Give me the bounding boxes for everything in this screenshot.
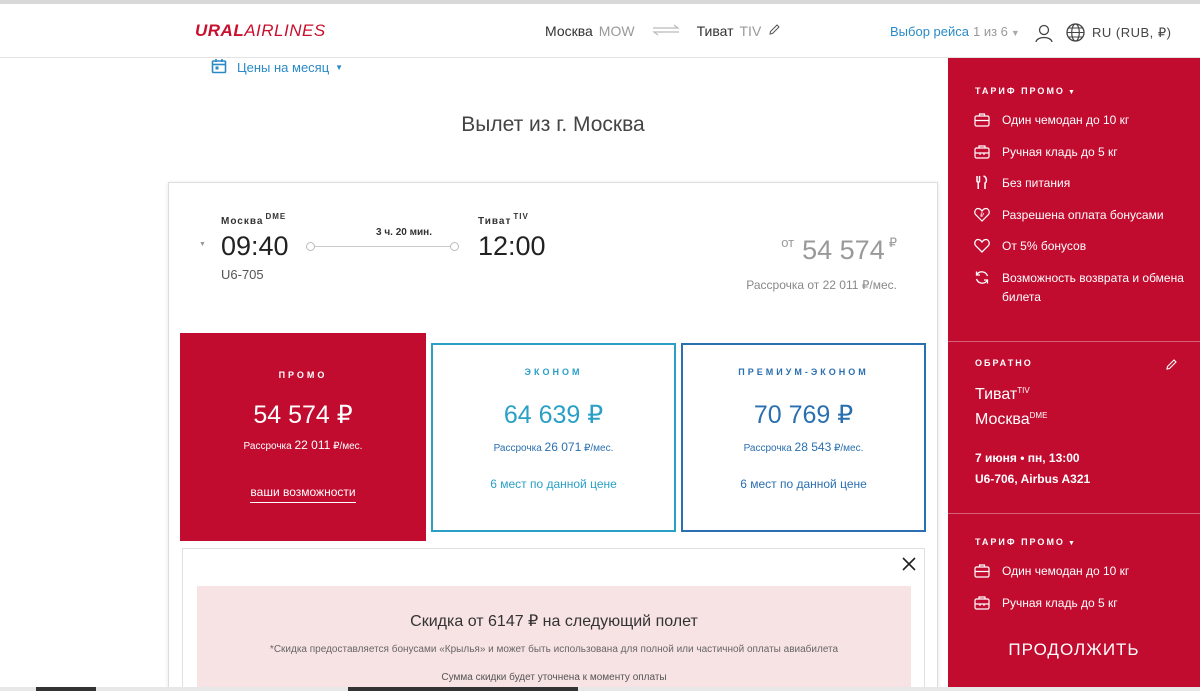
duration-line	[309, 246, 457, 247]
tariff-name: ПРЕМИУМ-ЭКОНОМ	[738, 367, 869, 377]
chevron-down-icon: ▼	[335, 63, 344, 72]
edit-route-pencil-icon[interactable]	[768, 23, 781, 39]
cutlery-icon	[976, 175, 988, 189]
calendar-icon	[211, 58, 227, 77]
tariff-economy[interactable]: ЭКОНОМ 64 639 ₽ Рассрочка 26 071 ₽/мес. …	[431, 343, 676, 532]
departure-dot	[306, 242, 315, 251]
month-prices-dropdown[interactable]: Цены на месяц ▼	[211, 58, 343, 77]
flight-duration: 3 ч. 20 мин.	[376, 227, 432, 238]
return-flight: U6-706, Airbus A321	[975, 472, 1091, 486]
flight-card: ▼ Москва DME 09:40 U6-705 3 ч. 20 мин. Ти…	[168, 182, 938, 691]
tariff-seats: 6 мест по данной цене	[490, 477, 617, 491]
tariff-price: 70 769 ₽	[753, 401, 854, 429]
arrival-time: 12:00	[478, 231, 546, 261]
expand-triangle-icon[interactable]: ▼	[199, 241, 206, 248]
installment-info: Рассрочка от 22 011 ₽/мес.	[746, 278, 897, 292]
route-summary: Москва MOW Тиват TIV	[545, 23, 781, 39]
bonus-pay-icon: ₽	[974, 207, 990, 222]
horizontal-scrollbar[interactable]	[0, 687, 1200, 691]
discount-note: *Скидка предоставляется бонусами «Крылья…	[269, 644, 839, 655]
tariff-promo[interactable]: ПРОМО 54 574 ₽ Рассрочка 22 011 ₽/мес. в…	[180, 333, 426, 541]
tariff-installment: Рассрочка 22 011 ₽/мес.	[243, 438, 363, 452]
origin-code: MOW	[598, 23, 635, 39]
continue-button[interactable]: ПРОДОЛЖИТЬ	[948, 640, 1200, 660]
feature-item: Без питания	[974, 174, 1194, 193]
discount-panel: Скидка от 6147 ₽ на следующий полет *Ски…	[182, 548, 925, 691]
svg-text:₽: ₽	[980, 212, 984, 219]
return-date: 7 июня • пн, 13:00	[975, 451, 1080, 465]
discount-banner: Скидка от 6147 ₽ на следующий полет *Ски…	[197, 586, 911, 691]
feature-item: Возможность возврата и обмена билета	[974, 269, 1194, 307]
chevron-down-icon: ▼	[1067, 89, 1077, 96]
heart-icon	[974, 238, 990, 253]
suitcase-icon	[974, 564, 990, 578]
header: URALAIRLINES Москва MOW Тиват TIV Выбор …	[0, 4, 1200, 58]
discount-title: Скидка от 6147 ₽ на следующий полет	[410, 613, 698, 630]
language-currency-select[interactable]: RU (RUB, ₽)	[1092, 25, 1172, 41]
tariff-seats: 6 мест по данной цене	[740, 477, 867, 491]
tariff-dropdown[interactable]: ТАРИФ ПРОМО ▼	[975, 86, 1077, 96]
divider	[948, 341, 1200, 342]
tariff-premium-economy[interactable]: ПРЕМИУМ-ЭКОНОМ 70 769 ₽ Рассрочка 28 543…	[681, 343, 926, 532]
globe-icon[interactable]	[1066, 23, 1085, 47]
feature-item: Ручная кладь до 5 кг	[974, 143, 1194, 162]
flight-select-dropdown[interactable]: Выбор рейса 1 из 6 ▼	[890, 24, 1020, 39]
feature-item: Один чемодан до 10 кг	[974, 111, 1194, 130]
tariff-installment: Рассрочка 26 071 ₽/мес.	[493, 440, 614, 454]
edit-return-pencil-icon[interactable]	[1165, 358, 1178, 376]
flight-number: U6-705	[221, 267, 264, 282]
refresh-icon	[975, 271, 989, 284]
dest-code: TIV	[739, 23, 762, 39]
arrival-dot	[450, 242, 459, 251]
departure-time: 09:40	[221, 231, 289, 261]
return-destination: МоскваDME	[975, 411, 1048, 428]
chevron-down-icon: ▼	[1010, 28, 1020, 38]
tariff-dropdown-2[interactable]: ТАРИФ ПРОМО ▼	[975, 537, 1077, 547]
feature-item: Ручная кладь до 5 кг	[974, 594, 1194, 613]
dest-city: Тиват	[696, 23, 734, 39]
swap-arrows-icon[interactable]	[651, 23, 681, 39]
tariff-price: 54 574 ₽	[253, 401, 353, 429]
booking-sidebar: ТАРИФ ПРОМО ▼ Один чемодан до 10 кг Ручна…	[948, 58, 1200, 691]
page-title: Вылет из г. Москва	[461, 113, 645, 136]
suitcase-icon	[974, 113, 990, 127]
bag-icon	[974, 596, 990, 610]
feature-item: Один чемодан до 10 кг	[974, 562, 1194, 581]
scrollbar-thumb[interactable]	[348, 687, 578, 691]
logo[interactable]: URALAIRLINES	[195, 21, 326, 41]
feature-item: От 5% бонусов	[974, 237, 1194, 256]
bag-icon	[974, 145, 990, 159]
your-options-link[interactable]: ваши возможности	[180, 485, 426, 503]
tariff-installment: Рассрочка 28 543 ₽/мес.	[743, 440, 864, 454]
user-icon[interactable]	[1034, 23, 1054, 48]
departure-city: Москва DME	[221, 212, 287, 227]
feature-item: ₽ Разрешена оплата бонусами	[974, 206, 1194, 225]
arrival-city: Тиват TIV	[478, 212, 529, 227]
return-title: ОБРАТНО	[975, 358, 1033, 368]
tariff-name: ПРОМО	[278, 370, 328, 380]
return-origin: ТиватTIV	[975, 386, 1030, 403]
tariff-price: 64 639 ₽	[503, 401, 604, 429]
scrollbar-segment	[36, 687, 96, 691]
from-price: от 54 574 ₽	[781, 235, 897, 265]
chevron-down-icon: ▼	[1067, 540, 1077, 547]
divider	[948, 513, 1200, 514]
discount-note-2: Сумма скидки будет уточнена к моменту оп…	[441, 672, 667, 683]
origin-city: Москва	[545, 23, 593, 39]
close-icon[interactable]	[902, 557, 916, 571]
tariff-name: ЭКОНОМ	[524, 367, 583, 377]
